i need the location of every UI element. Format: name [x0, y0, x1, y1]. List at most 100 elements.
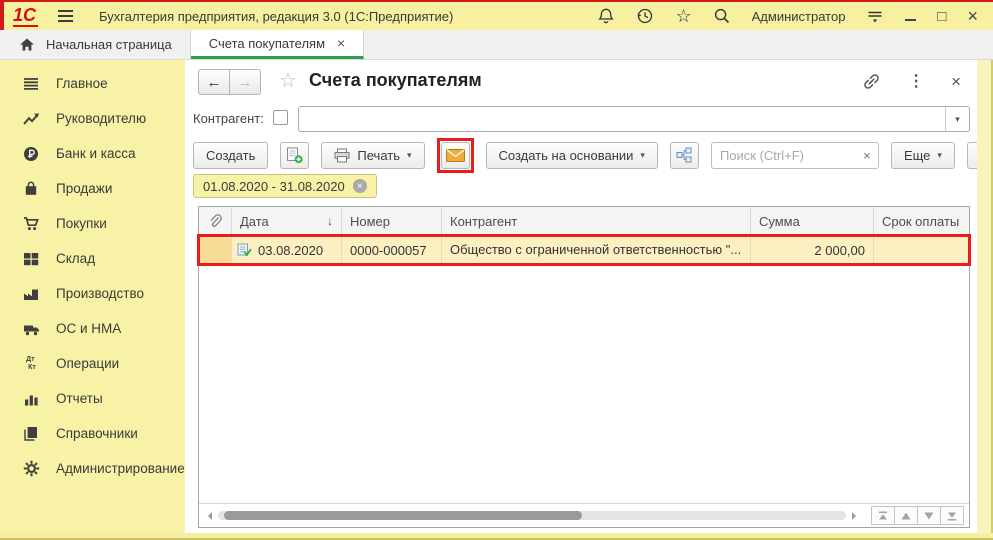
tab-home[interactable]: Начальная страница: [0, 30, 191, 59]
sidebar-item-operatsii[interactable]: Дт Кт Операции: [0, 346, 185, 381]
attachment-column-header[interactable]: [199, 207, 232, 235]
sidebar-item-os-i-nma[interactable]: ОС и НМА: [0, 311, 185, 346]
sidebar-item-prodazhi[interactable]: Продажи: [0, 171, 185, 206]
menu-lines-icon: [22, 75, 40, 93]
sidebar-item-administrirovanie[interactable]: Администрирование: [0, 451, 185, 486]
window-close-button[interactable]: ×: [967, 7, 978, 25]
home-icon: [18, 36, 36, 54]
column-header-due-date[interactable]: Срок оплаты: [874, 207, 969, 235]
title-bar: 1С Бухгалтерия предприятия, редакция 3.0…: [0, 0, 993, 30]
search-field: ×: [711, 142, 879, 169]
main-menu-icon[interactable]: [58, 10, 73, 22]
create-button[interactable]: Создать: [193, 142, 268, 169]
go-to-first-row-button[interactable]: [871, 506, 895, 525]
window-right-margin: [977, 60, 993, 533]
counterparty-input[interactable]: [299, 107, 945, 131]
sidebar-item-label: Склад: [56, 251, 95, 266]
sidebar-item-rukovoditelyu[interactable]: Руководителю: [0, 101, 185, 136]
create-based-on-button[interactable]: Создать на основании ▾: [486, 142, 658, 169]
sidebar-item-label: Продажи: [56, 181, 112, 196]
dropdown-caret-icon: ▾: [937, 150, 942, 161]
list-structure-button[interactable]: [670, 142, 699, 169]
debit-credit-icon: Дт Кт: [22, 355, 40, 373]
more-button[interactable]: Еще ▾: [891, 142, 955, 169]
column-header-amount[interactable]: Сумма: [751, 207, 874, 235]
combobox-dropdown-icon[interactable]: ▾: [945, 107, 969, 131]
dropdown-caret-icon: ▾: [407, 150, 412, 161]
sidebar-item-glavnoe[interactable]: Главное: [0, 66, 185, 101]
tab-label: Начальная страница: [46, 37, 172, 52]
due-date-cell: [874, 236, 969, 264]
shopping-bag-icon: [22, 180, 40, 198]
search-input[interactable]: [712, 148, 856, 163]
dropdown-caret-icon: ▾: [640, 150, 645, 161]
counterparty-combobox[interactable]: ▾: [298, 106, 970, 132]
minimize-button[interactable]: [905, 11, 916, 21]
trend-chart-icon: [22, 110, 40, 128]
forward-button[interactable]: →: [229, 69, 261, 95]
counterparty-filter-label: Контрагент:: [193, 111, 264, 126]
titlebar-actions: ☆ Администратор □ ×: [597, 7, 993, 25]
date-cell: 03.08.2020: [232, 236, 342, 264]
tab-bar: Начальная страница Счета покупателям ×: [0, 30, 993, 60]
paperclip-icon: [208, 214, 222, 229]
tab-close-icon[interactable]: ×: [337, 35, 345, 51]
period-filter-chip[interactable]: 01.08.2020 - 31.08.2020 ×: [193, 174, 377, 198]
sidebar-item-spravochniki[interactable]: Справочники: [0, 416, 185, 451]
send-email-button[interactable]: [441, 142, 470, 169]
counterparty-filter-checkbox[interactable]: [273, 110, 288, 125]
table-empty-area: [199, 264, 969, 503]
notifications-bell-icon[interactable]: [597, 7, 615, 25]
column-header-counterparty[interactable]: Контрагент: [442, 207, 751, 235]
gear-icon: [22, 460, 40, 478]
scroll-left-icon[interactable]: [204, 512, 212, 520]
next-row-button[interactable]: [917, 506, 941, 525]
window-accent-strip: [0, 2, 4, 32]
table-row[interactable]: 03.08.2020 0000-000057 Общество с ограни…: [199, 236, 969, 264]
row-navigation-buttons: [872, 506, 964, 525]
go-to-last-row-button[interactable]: [940, 506, 964, 525]
sidebar-item-pokupki[interactable]: Покупки: [0, 206, 185, 241]
shopping-cart-icon: [22, 215, 40, 233]
column-header-number[interactable]: Номер: [342, 207, 442, 235]
previous-row-button[interactable]: [894, 506, 918, 525]
maximize-button[interactable]: □: [937, 8, 946, 25]
favorites-star-icon[interactable]: ☆: [675, 7, 691, 25]
column-header-date[interactable]: Дата ↓: [232, 207, 342, 235]
tab-invoices-to-customers[interactable]: Счета покупателям ×: [191, 30, 364, 59]
search-clear-icon[interactable]: ×: [856, 148, 878, 163]
print-button[interactable]: Печать ▾: [321, 142, 424, 169]
posted-document-icon: [237, 243, 252, 257]
app-window: 1С Бухгалтерия предприятия, редакция 3.0…: [0, 0, 993, 540]
window-title: Бухгалтерия предприятия, редакция 3.0 (1…: [99, 9, 453, 24]
current-user[interactable]: Администратор: [752, 9, 846, 24]
history-icon[interactable]: [636, 7, 654, 25]
sidebar-item-bank-i-kassa[interactable]: Банк и касса: [0, 136, 185, 171]
period-filter-text: 01.08.2020 - 31.08.2020: [203, 179, 345, 194]
sidebar-item-label: Покупки: [56, 216, 107, 231]
sidebar-item-label: Главное: [56, 76, 108, 91]
scroll-right-icon[interactable]: [852, 512, 860, 520]
factory-icon: [22, 285, 40, 303]
search-icon[interactable]: [713, 7, 731, 25]
back-button[interactable]: ←: [198, 69, 230, 95]
list-toolbar: Создать Печать ▾ Создать на основани: [193, 140, 993, 170]
add-to-favorites-star-icon[interactable]: ☆: [279, 71, 297, 91]
page-header-actions: ⋮ ×: [862, 72, 961, 91]
horizontal-scrollbar[interactable]: [218, 511, 846, 520]
sidebar-item-sklad[interactable]: Склад: [0, 241, 185, 276]
scrollbar-thumb[interactable]: [224, 511, 582, 520]
sidebar-item-label: Производство: [56, 286, 144, 301]
service-menu-icon[interactable]: [866, 8, 884, 24]
sidebar-item-otchety[interactable]: Отчеты: [0, 381, 185, 416]
remove-filter-icon[interactable]: ×: [353, 179, 367, 193]
copy-create-button[interactable]: [280, 142, 309, 169]
form-close-icon[interactable]: ×: [951, 73, 961, 90]
form-more-menu-icon[interactable]: ⋮: [908, 74, 924, 90]
sidebar-item-label: Операции: [56, 356, 119, 371]
get-link-icon[interactable]: [862, 72, 881, 91]
sidebar-item-proizvodstvo[interactable]: Производство: [0, 276, 185, 311]
number-cell: 0000-000057: [342, 236, 442, 264]
amount-cell: 2 000,00: [751, 236, 874, 264]
bar-chart-icon: [22, 390, 40, 408]
